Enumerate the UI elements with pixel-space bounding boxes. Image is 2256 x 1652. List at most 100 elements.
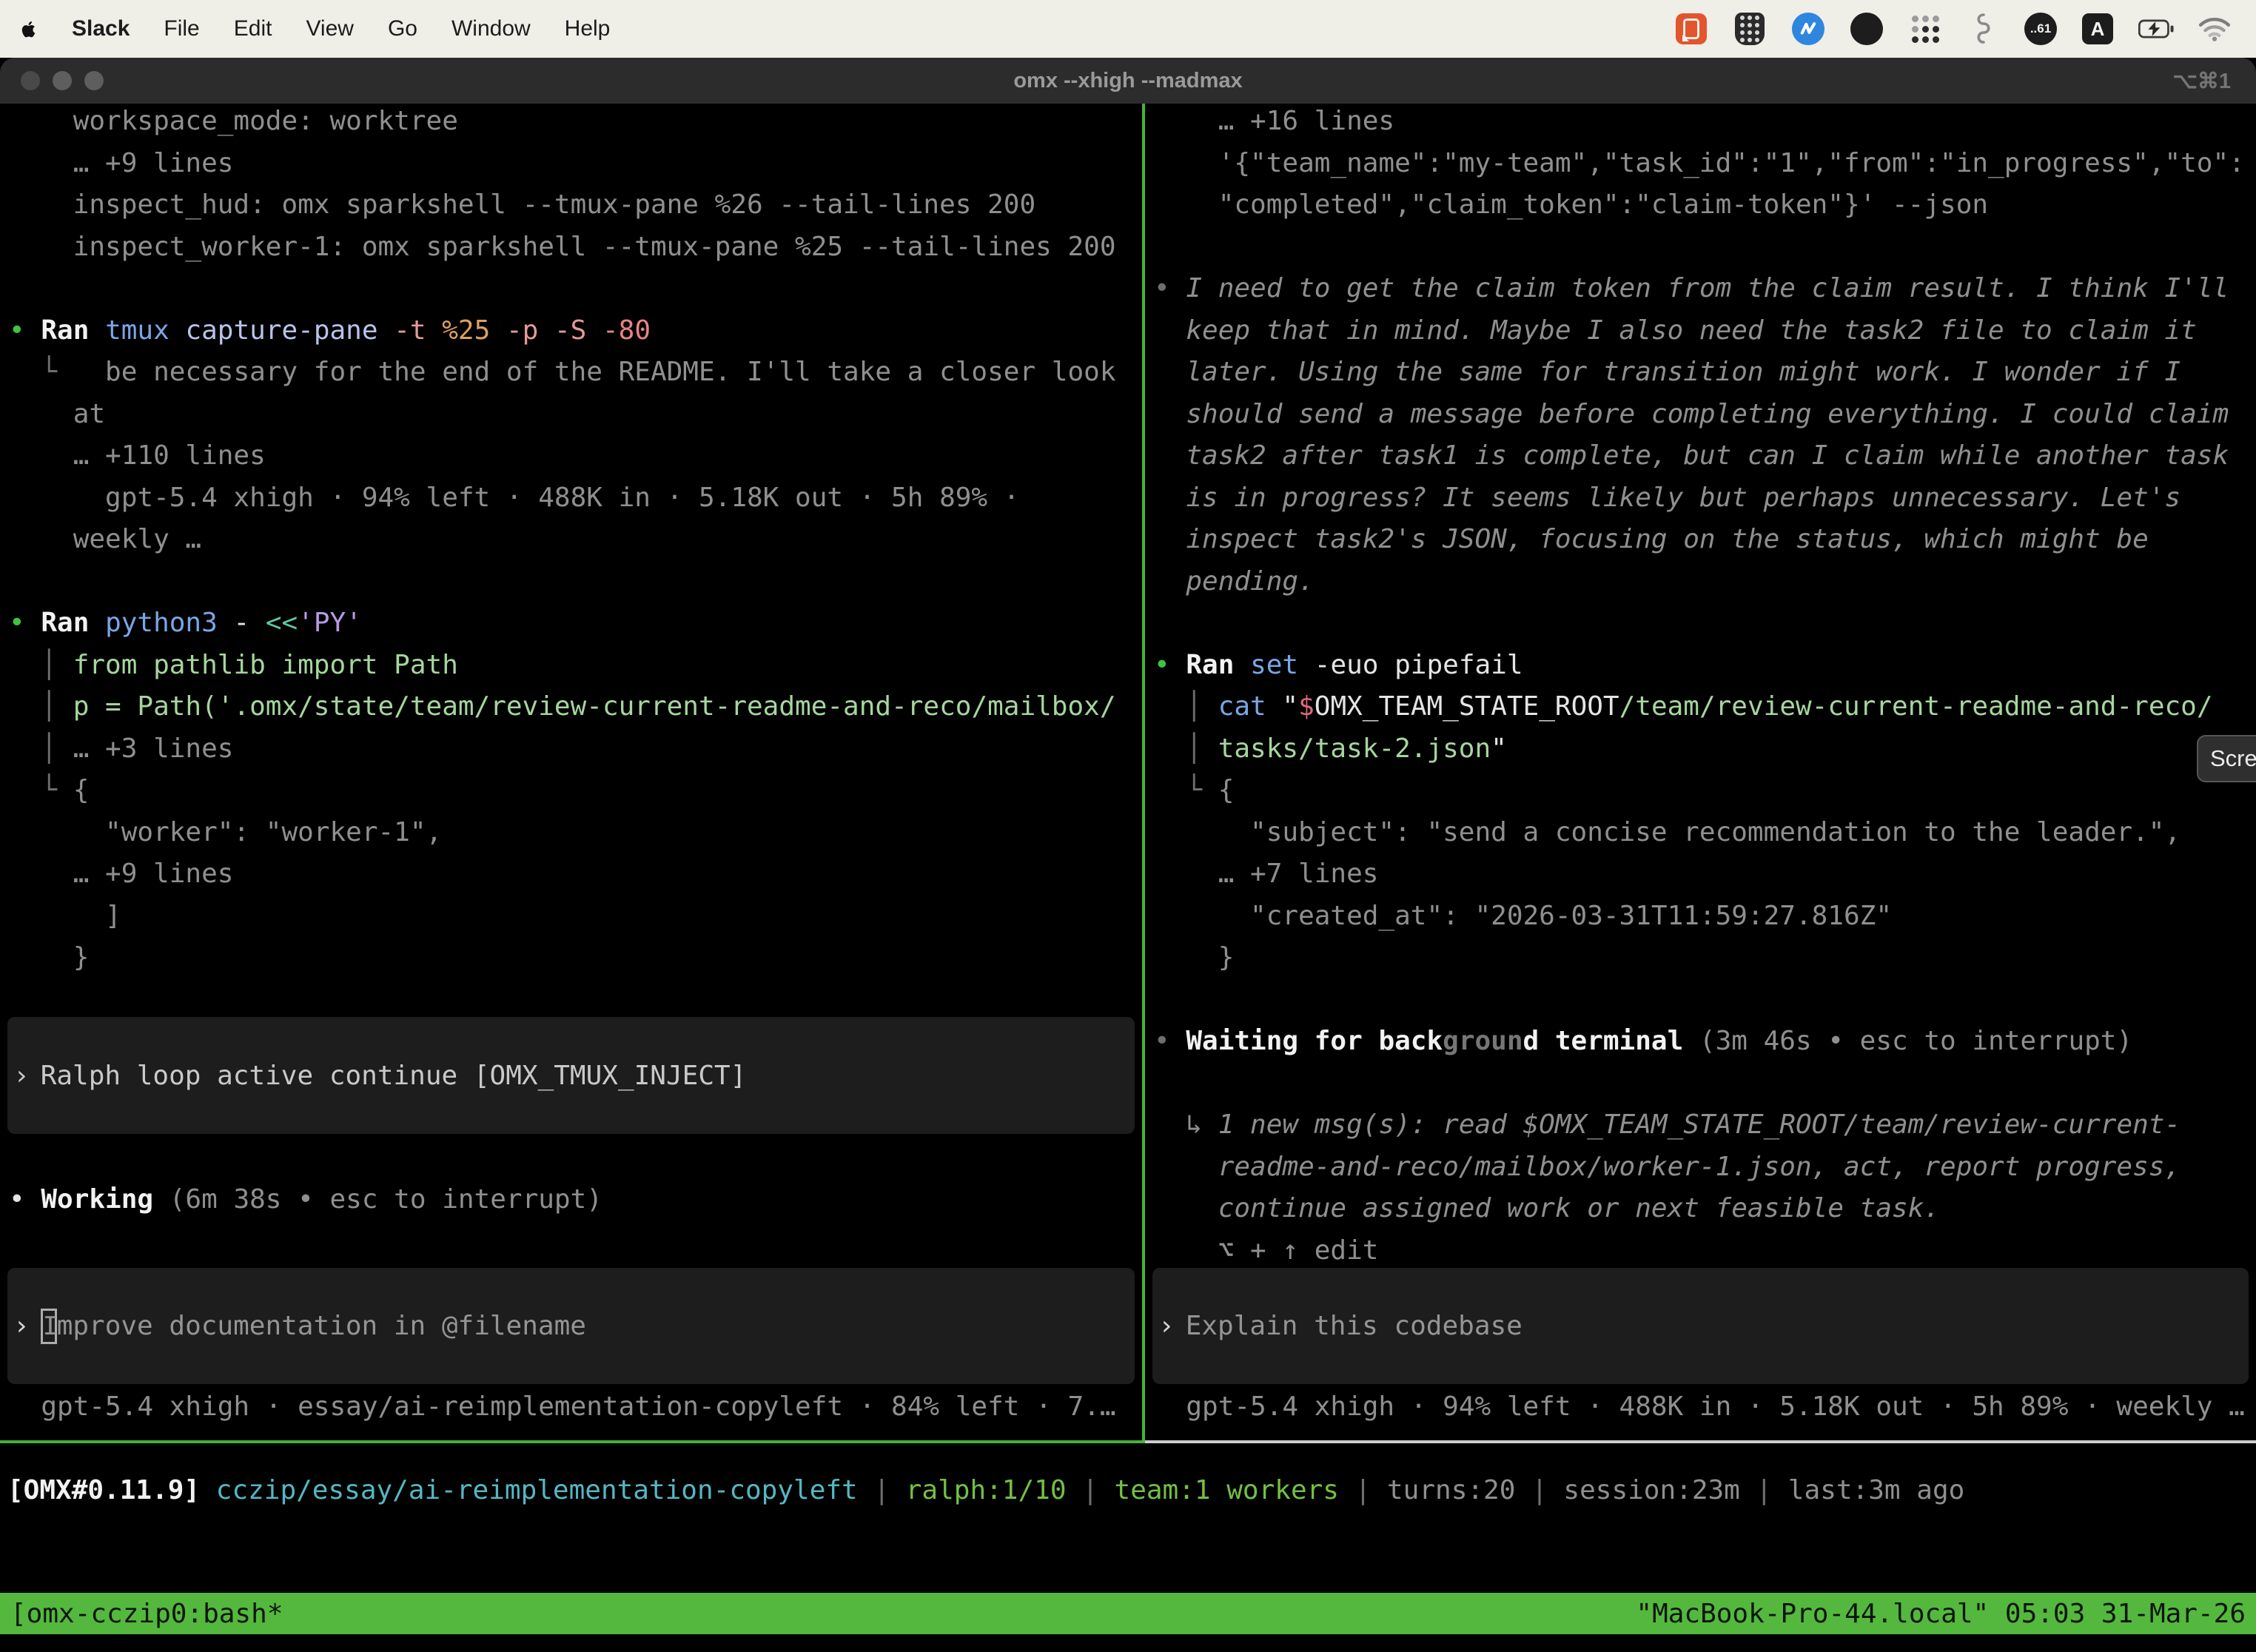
terminal-line: • Waiting for background terminal (3m 46… bbox=[1154, 1021, 2256, 1063]
terminal-line: '{"team_name":"my-team","task_id":"1","f… bbox=[1154, 143, 2256, 185]
terminal-line: … +16 lines bbox=[1154, 104, 2256, 143]
screen-overlay-button[interactable]: Scre bbox=[2197, 735, 2256, 782]
omx-session-status-bar: [OMX#0.11.9] cczip/essay/ai-reimplementa… bbox=[7, 1470, 2256, 1512]
terminal-line: │ cat "$OMX_TEAM_STATE_ROOT/team/review-… bbox=[1154, 686, 2256, 728]
privacy-shield-icon[interactable] bbox=[1732, 11, 1767, 47]
terminal-line: pending. bbox=[1154, 561, 2256, 603]
terminal-left-pane[interactable]: workspace_mode: worktree … +9 lines insp… bbox=[0, 104, 1142, 1443]
tmux-host-clock: "MacBook-Pro-44.local" 05:03 31-Mar-26 bbox=[1636, 1599, 2246, 1629]
terminal-line: } bbox=[9, 937, 1142, 979]
terminal-line: • Ran set -euo pipefail bbox=[1154, 645, 2256, 687]
left-pane-model-status: gpt-5.4 xhigh · essay/ai-reimplementatio… bbox=[9, 1386, 1142, 1428]
terminal-line: … +7 lines bbox=[1154, 853, 2256, 896]
terminal-line: should send a message before completing … bbox=[1154, 394, 2256, 436]
terminal-line: "created_at": "2026-03-31T11:59:27.816Z" bbox=[1154, 896, 2256, 938]
terminal-line: ⌥ + ↑ edit bbox=[1154, 1230, 2256, 1272]
squiggle-utility-icon[interactable] bbox=[1966, 11, 2001, 47]
input-placeholder: mprove documentation in @filename bbox=[57, 1311, 586, 1341]
terminal-line: gpt-5.4 xhigh · essay/ai-reimplementatio… bbox=[9, 1386, 1142, 1428]
terminal-line: inspect task2's JSON, focusing on the st… bbox=[1154, 519, 2256, 561]
tmux-session-label: [omx-cczip0:bash* bbox=[10, 1599, 283, 1629]
menu-item-go[interactable]: Go bbox=[388, 16, 417, 41]
terminal-line: } bbox=[1154, 937, 2256, 979]
terminal-line: │ … +3 lines bbox=[9, 728, 1142, 770]
right-pane-output: … +16 lines '{"team_name":"my-team","tas… bbox=[1154, 104, 2256, 1272]
prompt-input-right[interactable]: › Explain this codebase bbox=[1152, 1268, 2249, 1384]
input-source-icon[interactable]: A bbox=[2080, 11, 2115, 47]
menu-status-icons: ..61 A bbox=[1673, 11, 2237, 47]
ralph-loop-label: Ralph loop active continue [OMX_TMUX_INJ… bbox=[41, 1061, 747, 1091]
terminal-line: … +9 lines bbox=[9, 853, 1142, 896]
prompt-chevron-icon: › bbox=[13, 1061, 30, 1091]
menu-item-help[interactable]: Help bbox=[565, 16, 611, 41]
terminal-line: at bbox=[9, 394, 1142, 436]
left-pane-output: workspace_mode: worktree … +9 lines insp… bbox=[9, 104, 1142, 979]
prompt-chevron-icon: › bbox=[13, 1311, 30, 1341]
terminal-line: • I need to get the claim token from the… bbox=[1154, 268, 2256, 310]
terminal-line: keep that in mind. Maybe I also need the… bbox=[1154, 310, 2256, 352]
terminal-line: "subject": "send a concise recommendatio… bbox=[1154, 812, 2256, 854]
terminal-line: gpt-5.4 xhigh · 94% left · 488K in · 5.1… bbox=[1154, 1386, 2256, 1428]
prompt-input-left[interactable]: › I mprove documentation in @filename bbox=[7, 1268, 1135, 1384]
terminal-line bbox=[1154, 226, 2256, 269]
menu-item-app[interactable]: Slack bbox=[72, 16, 130, 41]
terminal-line: [OMX#0.11.9] cczip/essay/ai-reimplementa… bbox=[7, 1470, 2256, 1512]
terminal-line: "completed","claim_token":"claim-token"}… bbox=[1154, 184, 2256, 226]
terminal-line bbox=[1154, 979, 2256, 1021]
window-title: omx --xhigh --madmax bbox=[1013, 69, 1242, 93]
terminal-line bbox=[1154, 1063, 2256, 1105]
terminal-line: ↳ 1 new msg(s): read $OMX_TEAM_STATE_ROO… bbox=[1154, 1104, 2256, 1146]
screenshot-indicator-icon[interactable] bbox=[1673, 11, 1709, 47]
terminal-line: inspect_hud: omx sparkshell --tmux-pane … bbox=[9, 184, 1142, 226]
terminal-line: • Ran python3 - <<'PY' bbox=[9, 602, 1142, 645]
working-status-line: • Working (6m 38s • esc to interrupt) bbox=[9, 1179, 1142, 1221]
tmux-status-bar: [omx-cczip0:bash* "MacBook-Pro-44.local"… bbox=[0, 1593, 2256, 1634]
terminal-line: "worker": "worker-1", bbox=[9, 812, 1142, 854]
input-placeholder: Explain this codebase bbox=[1186, 1311, 1523, 1341]
menu-item-file[interactable]: File bbox=[164, 16, 199, 41]
assistant-app-icon[interactable] bbox=[1849, 11, 1884, 47]
terminal-line: later. Using the same for transition mig… bbox=[1154, 352, 2256, 394]
terminal-line bbox=[9, 561, 1142, 603]
terminal-line: • Ran tmux capture-pane -t %25 -p -S -80 bbox=[9, 310, 1142, 352]
menu-item-window[interactable]: Window bbox=[451, 16, 531, 41]
ralph-loop-banner: › Ralph loop active continue [OMX_TMUX_I… bbox=[7, 1017, 1135, 1134]
wifi-icon[interactable] bbox=[2197, 11, 2232, 47]
window-shortcut-badge: ⌥⌘1 bbox=[2172, 58, 2231, 104]
prompt-chevron-icon: › bbox=[1158, 1311, 1175, 1341]
terminal-line: • Working (6m 38s • esc to interrupt) bbox=[9, 1179, 1142, 1221]
sync-bolt-icon[interactable] bbox=[1790, 11, 1826, 47]
menu-bar: Slack File Edit View Go Window Help bbox=[0, 0, 2256, 58]
terminal-line: │ p = Path('.omx/state/team/review-curre… bbox=[9, 686, 1142, 728]
terminal-line: │ from pathlib import Path bbox=[9, 645, 1142, 687]
terminal-line: gpt-5.4 xhigh · 94% left · 488K in · 5.1… bbox=[9, 477, 1142, 520]
terminal-line: └ { bbox=[1154, 770, 2256, 812]
terminal-line: continue assigned work or next feasible … bbox=[1154, 1188, 2256, 1230]
minimize-button[interactable] bbox=[53, 71, 72, 90]
terminal-line: workspace_mode: worktree bbox=[9, 104, 1142, 143]
terminal-right-pane[interactable]: … +16 lines '{"team_name":"my-team","tas… bbox=[1145, 104, 2256, 1443]
terminal-line bbox=[1154, 602, 2256, 645]
terminal-line: … +9 lines bbox=[9, 143, 1142, 185]
usage-badge-icon[interactable]: ..61 bbox=[2024, 13, 2057, 45]
terminal-line: └ { bbox=[9, 770, 1142, 812]
terminal-line: weekly … bbox=[9, 519, 1142, 561]
terminal-line: └ be necessary for the end of the README… bbox=[9, 352, 1142, 394]
tmux-panes: workspace_mode: worktree … +9 lines insp… bbox=[0, 104, 2256, 1443]
apple-menu-icon[interactable] bbox=[19, 18, 39, 41]
app-grid-icon[interactable] bbox=[1907, 11, 1943, 47]
window-title-bar[interactable]: omx --xhigh --madmax ⌥⌘1 bbox=[0, 58, 2256, 104]
terminal-line: … +110 lines bbox=[9, 435, 1142, 477]
text-cursor: I bbox=[41, 1309, 57, 1344]
menu-item-edit[interactable]: Edit bbox=[234, 16, 272, 41]
terminal-line: │ tasks/task-2.json" bbox=[1154, 728, 2256, 770]
battery-icon[interactable] bbox=[2138, 11, 2174, 47]
terminal-line: inspect_worker-1: omx sparkshell --tmux-… bbox=[9, 226, 1142, 269]
right-pane-model-status: gpt-5.4 xhigh · 94% left · 488K in · 5.1… bbox=[1154, 1386, 2256, 1428]
terminal-line: ] bbox=[9, 896, 1142, 938]
close-button[interactable] bbox=[21, 71, 40, 90]
zoom-button[interactable] bbox=[84, 71, 104, 90]
desktop: Slack File Edit View Go Window Help bbox=[0, 0, 2256, 1652]
terminal-line: task2 after task1 is complete, but can I… bbox=[1154, 435, 2256, 477]
menu-item-view[interactable]: View bbox=[306, 16, 353, 41]
